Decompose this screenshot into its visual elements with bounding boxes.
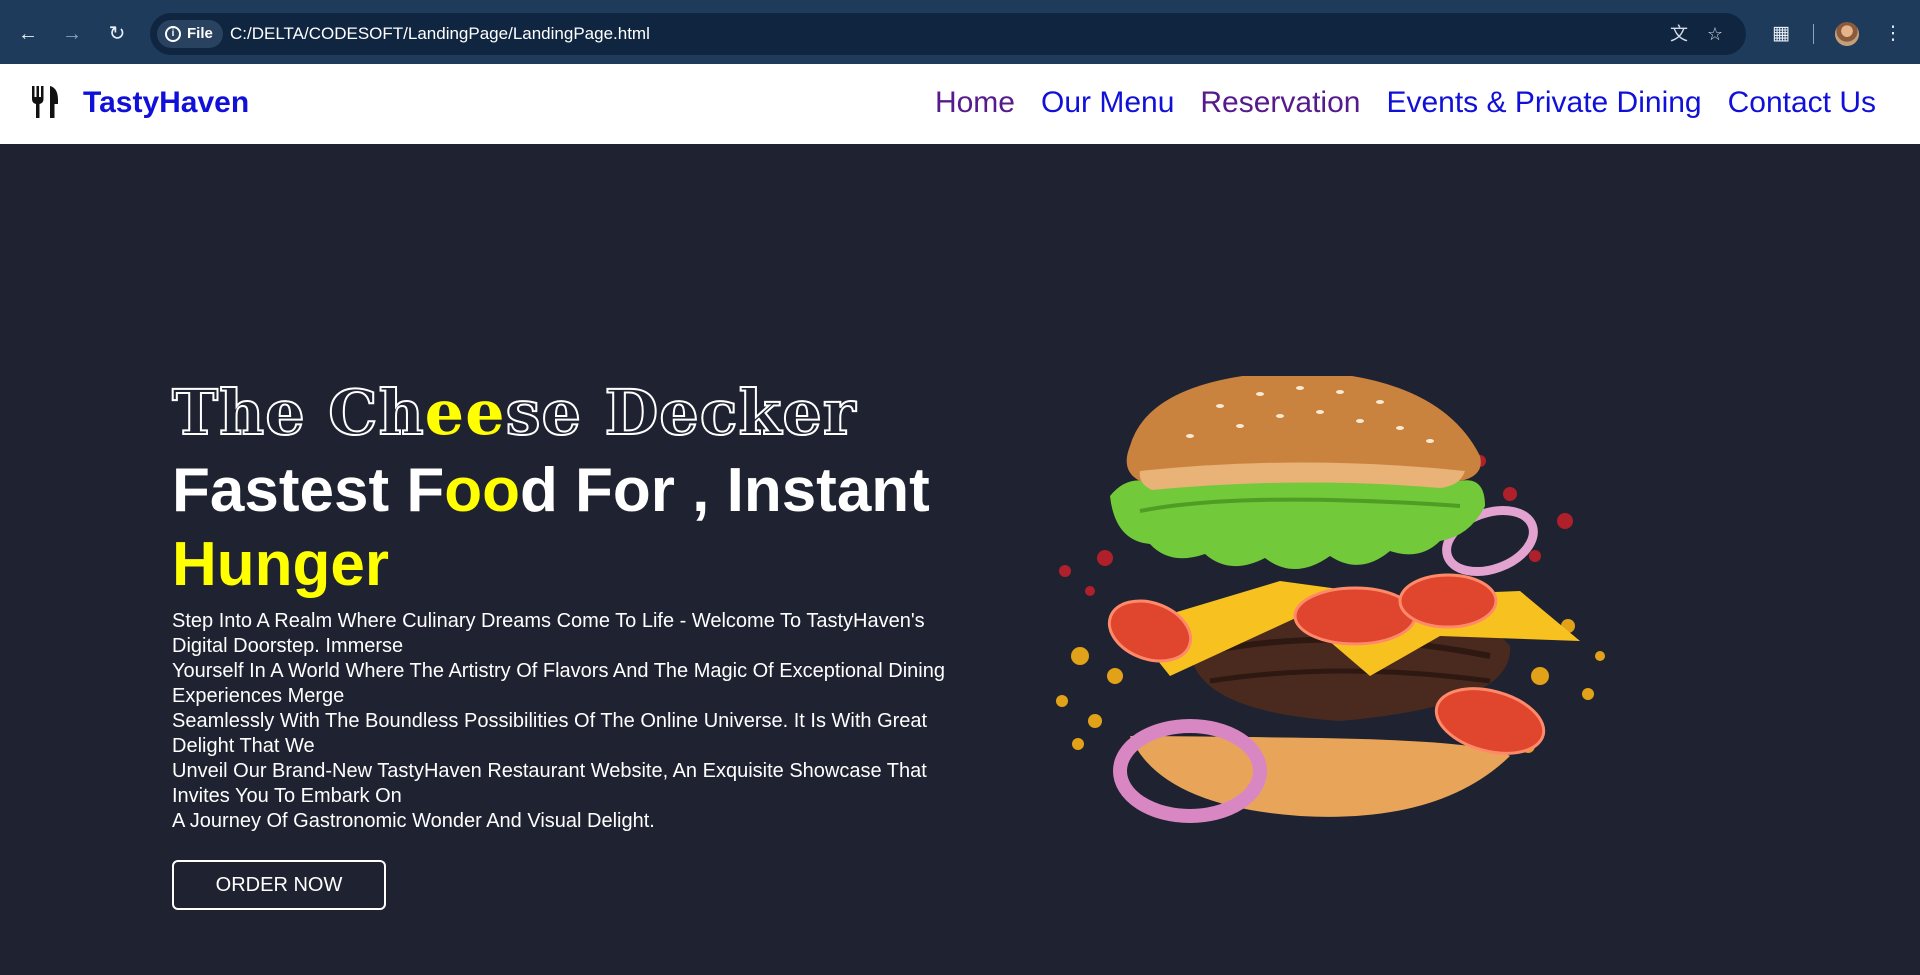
back-icon[interactable]: ← bbox=[14, 20, 42, 48]
hero-kicker: The Cheese Decker bbox=[171, 375, 857, 450]
description-line: A Journey Of Gastronomic Wonder And Visu… bbox=[172, 810, 655, 832]
file-chip-label: File bbox=[187, 25, 213, 42]
info-icon: i bbox=[165, 26, 181, 42]
hero-section: The Cheese Decker Fastest Food For , Ins… bbox=[0, 144, 1920, 975]
nav-link-reservation[interactable]: Reservation bbox=[1200, 86, 1360, 120]
description-line: Experiences Merge bbox=[172, 685, 345, 707]
puzzle-icon[interactable]: ▦ bbox=[1767, 20, 1795, 48]
description-line: Seamlessly With The Boundless Possibilit… bbox=[172, 710, 928, 732]
main-nav: Home Our Menu Reservation Events & Priva… bbox=[935, 86, 1876, 120]
description-line: Yourself In A World Where The Artistry O… bbox=[172, 660, 945, 682]
brand-name[interactable]: TastyHaven bbox=[83, 86, 249, 120]
kebab-menu-icon[interactable]: ⋮ bbox=[1879, 20, 1907, 48]
headline-highlight-2: Hunger bbox=[172, 530, 389, 599]
star-icon[interactable]: ☆ bbox=[1703, 22, 1727, 46]
headline-part1: Fastest F bbox=[172, 456, 445, 525]
hero-headline: Fastest Food For , Instant Hunger bbox=[172, 454, 1012, 602]
headline-highlight-1: oo bbox=[444, 456, 520, 525]
bottom-bun bbox=[1130, 736, 1510, 817]
toolbar-divider bbox=[1813, 24, 1814, 44]
description-line: Digital Doorstep. Immerse bbox=[172, 635, 404, 657]
forward-icon[interactable]: → bbox=[58, 20, 86, 48]
kicker-part1: The Ch bbox=[171, 375, 425, 450]
kicker-highlight: ee bbox=[424, 376, 506, 449]
cheeseburger-image bbox=[1056, 376, 1605, 823]
fork-knife-icon bbox=[32, 86, 58, 118]
hero-description: Step Into A Realm Where Culinary Dreams … bbox=[172, 609, 1012, 834]
profile-avatar[interactable] bbox=[1835, 22, 1859, 46]
order-now-button[interactable]: ORDER NOW bbox=[172, 860, 386, 910]
tomato-slice bbox=[1398, 573, 1498, 629]
tomato-slice bbox=[1293, 586, 1417, 646]
nav-link-home[interactable]: Home bbox=[935, 86, 1015, 120]
description-line: Unveil Our Brand-New TastyHaven Restaura… bbox=[172, 760, 927, 782]
site-info-chip[interactable]: i File bbox=[157, 20, 223, 48]
headline-part2: d For , Instant bbox=[519, 456, 930, 525]
reload-icon[interactable]: ↻ bbox=[103, 20, 131, 48]
description-line: Step Into A Realm Where Culinary Dreams … bbox=[172, 610, 925, 632]
url-text[interactable]: C:/DELTA/CODESOFT/LandingPage/LandingPag… bbox=[230, 13, 650, 55]
nav-link-events[interactable]: Events & Private Dining bbox=[1386, 86, 1701, 120]
nav-link-our-menu[interactable]: Our Menu bbox=[1041, 86, 1174, 120]
site-header: TastyHaven Home Our Menu Reservation Eve… bbox=[0, 64, 1920, 144]
translate-icon[interactable]: 文 bbox=[1667, 22, 1691, 46]
browser-toolbar: ← → ↻ i File C:/DELTA/CODESOFT/LandingPa… bbox=[0, 0, 1920, 64]
nav-link-contact[interactable]: Contact Us bbox=[1728, 86, 1876, 120]
address-bar[interactable]: i File C:/DELTA/CODESOFT/LandingPage/Lan… bbox=[150, 13, 1746, 55]
kicker-part2: se Decker bbox=[505, 375, 857, 450]
description-line: Invites You To Embark On bbox=[172, 785, 402, 807]
description-line: Delight That We bbox=[172, 735, 315, 757]
